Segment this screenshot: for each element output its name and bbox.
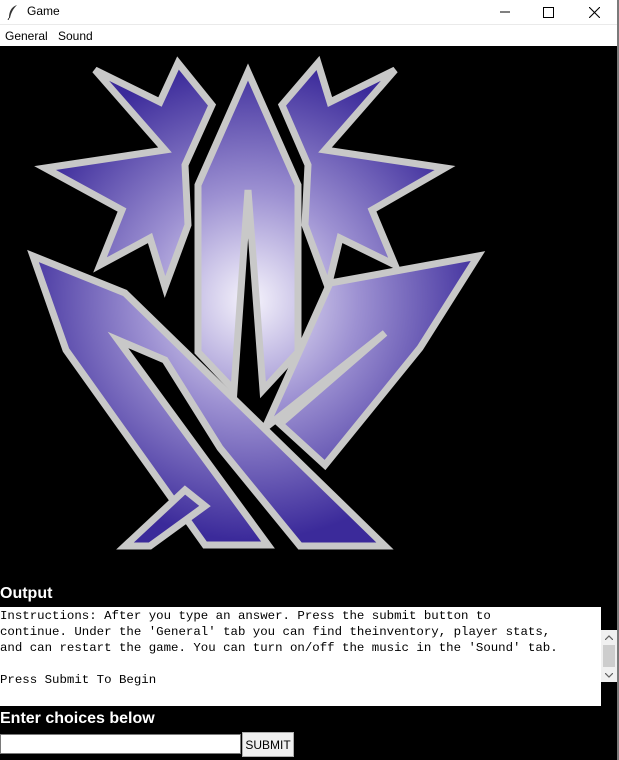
minimize-icon	[500, 11, 510, 13]
title-bar: Game	[0, 0, 619, 25]
game-emblem-canvas	[0, 46, 617, 584]
close-button[interactable]	[571, 0, 617, 24]
scroll-down-button[interactable]	[601, 668, 617, 682]
maximize-icon	[542, 6, 554, 18]
chevron-up-icon	[605, 634, 613, 640]
close-icon	[588, 6, 600, 18]
output-text-area[interactable]: Instructions: After you type an answer. …	[0, 607, 601, 706]
scroll-up-button[interactable]	[601, 630, 617, 644]
output-line: continue. Under the 'General' tab you ca…	[0, 625, 551, 639]
input-heading: Enter choices below	[0, 710, 155, 727]
feather-icon	[7, 5, 17, 20]
menu-general[interactable]: General	[5, 29, 48, 43]
choice-input[interactable]	[0, 734, 241, 754]
menu-bar: General Sound	[0, 25, 619, 46]
window-title: Game	[27, 4, 60, 18]
menu-sound[interactable]: Sound	[58, 29, 93, 43]
output-line: Instructions: After you type an answer. …	[0, 609, 491, 623]
scroll-thumb[interactable]	[603, 645, 615, 667]
output-heading: Output	[0, 585, 53, 602]
maximize-button[interactable]	[525, 0, 571, 24]
output-line: Press Submit To Begin	[0, 673, 157, 687]
chevron-down-icon	[605, 672, 613, 678]
minimize-button[interactable]	[482, 0, 528, 24]
output-scrollbar[interactable]	[601, 630, 617, 682]
output-line: and can restart the game. You can turn o…	[0, 641, 558, 655]
submit-button[interactable]: SUBMIT	[242, 732, 294, 757]
